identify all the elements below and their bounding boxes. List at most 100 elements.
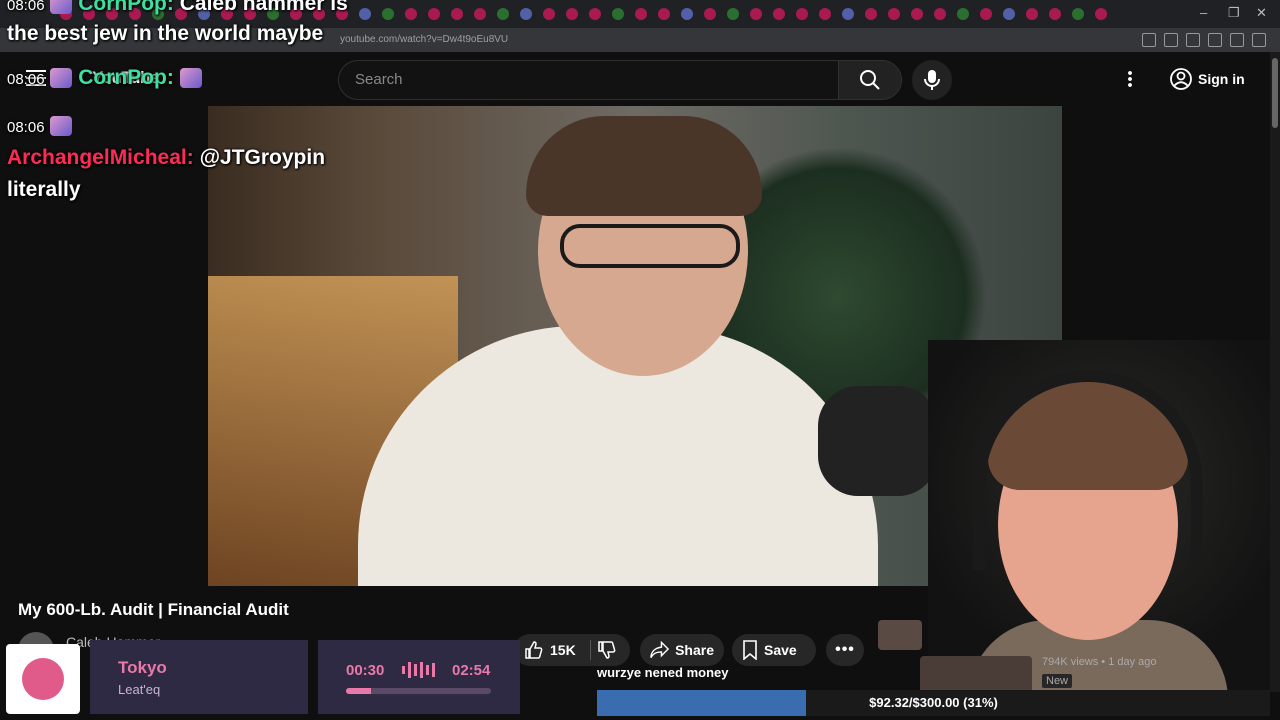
album-art xyxy=(6,644,80,714)
headphones-icon xyxy=(973,370,1203,570)
chat-timestamp: 08:06 xyxy=(7,0,45,14)
chat-emote-icon xyxy=(179,68,202,89)
tab-favicon[interactable] xyxy=(428,8,440,20)
tab-favicon[interactable] xyxy=(497,8,509,20)
extension-icon[interactable] xyxy=(1186,33,1200,47)
save-label: Save xyxy=(764,642,797,658)
now-playing-widget: Tokyo Leat'eq 00:30 02:54 xyxy=(0,640,520,714)
tab-favicon[interactable] xyxy=(520,8,532,20)
account-icon xyxy=(1170,68,1192,90)
podcast-microphone xyxy=(818,386,938,496)
share-label: Share xyxy=(675,642,714,658)
search-button[interactable] xyxy=(838,60,902,100)
recommendation-views: 794K views • 1 day ago xyxy=(1042,656,1157,668)
tab-favicon[interactable] xyxy=(451,8,463,20)
maximize-button[interactable]: ❐ xyxy=(1228,5,1240,21)
extension-icon[interactable] xyxy=(1252,33,1266,47)
tab-favicon[interactable] xyxy=(612,8,624,20)
microphone-icon xyxy=(924,70,940,90)
chat-mention: @JTGroypin xyxy=(199,146,326,169)
tab-favicon[interactable] xyxy=(589,8,601,20)
tab-favicon[interactable] xyxy=(1095,8,1107,20)
chat-message-3-header: 08:06 xyxy=(7,114,73,138)
tab-favicon[interactable] xyxy=(543,8,555,20)
tab-favicon[interactable] xyxy=(359,8,371,20)
share-icon xyxy=(650,641,670,658)
extension-icon[interactable] xyxy=(1208,33,1222,47)
search-icon xyxy=(860,70,880,90)
tab-favicon[interactable] xyxy=(796,8,808,20)
bookmark-icon xyxy=(743,640,757,660)
track-progress-bar xyxy=(346,688,491,694)
sign-in-button[interactable]: Sign in xyxy=(1160,62,1260,96)
donation-goal-text: $92.32/$300.00 (31%) xyxy=(869,695,998,710)
tab-favicon[interactable] xyxy=(911,8,923,20)
thumbs-up-icon xyxy=(525,641,543,659)
extension-icon[interactable] xyxy=(1230,33,1244,47)
tab-favicon[interactable] xyxy=(750,8,762,20)
tab-favicon[interactable] xyxy=(382,8,394,20)
save-button[interactable]: Save xyxy=(732,634,816,666)
track-artist: Leat'eq xyxy=(118,682,161,697)
more-horizontal-icon: ••• xyxy=(835,641,855,658)
recommendation-thumbnail[interactable] xyxy=(920,656,1032,694)
close-window-button[interactable]: ✕ xyxy=(1256,5,1267,21)
chat-message-1-header: 08:06 CornPop: Caleb hammer is xyxy=(7,0,348,16)
tab-favicon[interactable] xyxy=(635,8,647,20)
tab-favicon[interactable] xyxy=(865,8,877,20)
tab-favicon[interactable] xyxy=(566,8,578,20)
tab-favicon[interactable] xyxy=(842,8,854,20)
scrollbar-thumb[interactable] xyxy=(1272,58,1278,128)
tab-favicon[interactable] xyxy=(1026,8,1038,20)
extension-icons xyxy=(1142,33,1266,47)
chat-emote-icon xyxy=(50,68,73,89)
tab-favicon[interactable] xyxy=(474,8,486,20)
video-person-glasses xyxy=(560,224,740,268)
share-button[interactable]: Share xyxy=(640,634,724,666)
chat-username: CornPop: xyxy=(78,66,174,89)
tab-favicon[interactable] xyxy=(1003,8,1015,20)
tab-favicon[interactable] xyxy=(1049,8,1061,20)
tab-favicon[interactable] xyxy=(704,8,716,20)
tab-favicon[interactable] xyxy=(405,8,417,20)
page-scrollbar[interactable] xyxy=(1270,52,1280,692)
tab-favicon[interactable] xyxy=(727,8,739,20)
tab-favicon[interactable] xyxy=(681,8,693,20)
chat-message-1-line2: the best jew in the world maybe xyxy=(7,22,324,45)
search-input[interactable]: Search xyxy=(338,60,840,100)
extension-icon[interactable] xyxy=(1142,33,1156,47)
new-badge: New xyxy=(1042,674,1073,688)
minimize-button[interactable]: – xyxy=(1200,5,1207,20)
chat-message-2: 08:06 CornPop: xyxy=(7,66,202,90)
more-options-icon[interactable] xyxy=(1128,70,1132,88)
extension-icon[interactable] xyxy=(1164,33,1178,47)
tab-favicon[interactable] xyxy=(957,8,969,20)
tab-favicon[interactable] xyxy=(819,8,831,20)
track-progress-fill xyxy=(346,688,371,694)
tab-favicon[interactable] xyxy=(934,8,946,20)
chat-username: ArchangelMicheal: xyxy=(7,146,194,169)
tab-favicon[interactable] xyxy=(658,8,670,20)
donation-goal-bar: $92.32/$300.00 (31%) xyxy=(597,690,1270,716)
chat-emote-icon xyxy=(50,116,73,137)
track-total-time: 02:54 xyxy=(452,662,491,679)
thumbs-down-icon[interactable] xyxy=(597,640,617,660)
url-text[interactable]: youtube.com/watch?v=Dw4t9oEu8VU xyxy=(340,34,508,45)
like-button[interactable]: 15K xyxy=(514,634,630,666)
tab-favicon[interactable] xyxy=(980,8,992,20)
search-placeholder: Search xyxy=(355,71,403,88)
album-art-graphic xyxy=(22,658,64,700)
tab-favicon[interactable] xyxy=(1072,8,1084,20)
voice-search-button[interactable] xyxy=(912,60,952,100)
video-title: My 600-Lb. Audit | Financial Audit xyxy=(18,600,289,619)
tab-favicon[interactable] xyxy=(888,8,900,20)
equalizer-icon xyxy=(402,662,435,678)
like-count: 15K xyxy=(550,642,576,658)
chat-message-3-body: ArchangelMicheal: @JTGroypin xyxy=(7,146,325,170)
tab-favicon[interactable] xyxy=(773,8,785,20)
recommendation-thumbnail[interactable] xyxy=(878,620,922,650)
donation-goal-label: wurzye nened money xyxy=(597,665,729,680)
more-actions-button[interactable]: ••• xyxy=(826,634,864,666)
chat-timestamp: 08:06 xyxy=(7,119,45,136)
chat-emote-icon xyxy=(50,0,73,15)
